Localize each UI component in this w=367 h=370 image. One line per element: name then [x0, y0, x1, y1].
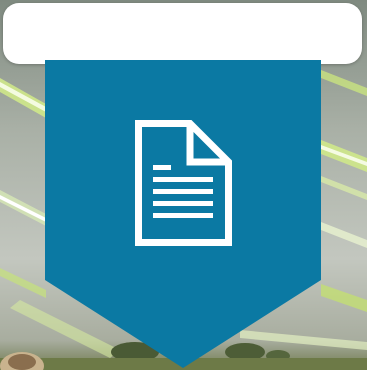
app-screen	[0, 0, 367, 370]
document-tile[interactable]	[45, 60, 321, 368]
top-bar	[3, 3, 362, 64]
